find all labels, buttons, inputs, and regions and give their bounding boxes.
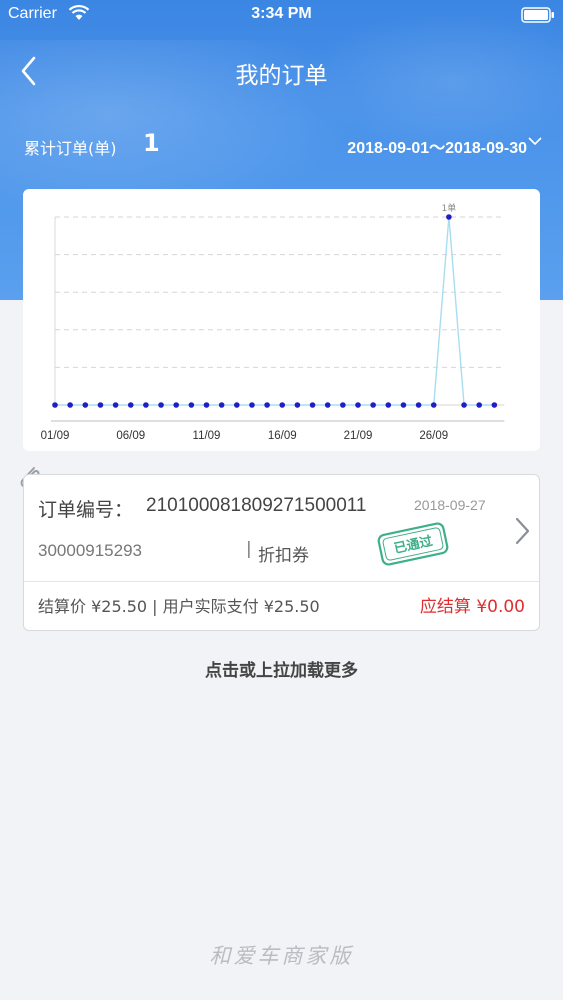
card-divider — [24, 581, 539, 582]
chart-data-point — [127, 402, 134, 408]
orders-line-chart: 1单 01/09 06/09 11/09 16/09 21/09 26/09 — [41, 202, 505, 442]
page-title: 我的订单 — [235, 63, 328, 89]
chart-data-point — [249, 402, 255, 408]
battery-icon — [521, 7, 554, 23]
order-type: 折扣券 — [258, 546, 309, 566]
settle-info: 结算价 ¥25.50 | 用户实际支付 ¥25.50 — [38, 597, 320, 616]
chart-data-point — [82, 402, 89, 408]
chart-data-point — [112, 402, 119, 408]
orders-chart-card: 1单 01/09 06/09 11/09 16/09 21/09 26/09 — [23, 189, 540, 451]
order-phone: 30000915293 — [38, 541, 143, 560]
chart-data-point — [97, 402, 104, 408]
chart-data-point — [234, 402, 240, 408]
chart-data-point — [67, 402, 73, 408]
chart-data-point — [143, 402, 149, 408]
chart-data-point — [52, 402, 58, 408]
chart-data-point — [370, 402, 376, 408]
order-number: 210100081809271500011 — [146, 495, 367, 516]
footer-brand: 和爱车商家版 — [209, 944, 354, 968]
chart-series-line — [55, 216, 495, 406]
chart-data-point — [173, 402, 179, 408]
chart-data-point — [218, 402, 225, 408]
chart-data-point — [400, 402, 407, 408]
order-number-label: 订单编号： — [38, 499, 134, 521]
chart-data-point — [491, 402, 498, 408]
chart-data-point — [430, 402, 437, 408]
order-summary: 累计订单(单) 1 2018-09-01～2018-09-30 — [0, 128, 563, 160]
chevron-down-icon[interactable] — [527, 135, 543, 147]
chart-x-tick-label: 11/09 — [193, 430, 221, 442]
order-date: 2018-09-27 — [414, 497, 486, 513]
status-time: 3:34 PM — [251, 5, 312, 22]
chart-data-point — [415, 402, 422, 408]
chevron-right-icon[interactable] — [511, 515, 533, 547]
chart-annotation: 1单 — [442, 202, 457, 214]
chart-data-point — [461, 402, 467, 408]
chart-data-point — [355, 402, 361, 408]
chart-data-point — [158, 402, 164, 408]
status-bar: Carrier 3:34 PM — [0, 0, 563, 30]
chart-data-point — [309, 402, 316, 408]
nav-bar: 我的订单 — [0, 48, 563, 94]
chart-x-tick-label: 06/09 — [116, 430, 145, 442]
chart-data-point — [203, 402, 210, 408]
chart-x-tick-label: 01/09 — [41, 430, 70, 442]
date-range-selector[interactable]: 2018-09-01～2018-09-30 — [347, 134, 527, 158]
chart-data-point — [476, 402, 483, 408]
total-orders-label: 累计订单(单) — [24, 139, 117, 158]
total-orders-count: 1 — [143, 129, 160, 157]
chart-data-point — [324, 402, 331, 408]
stamp-text: 已通过 — [392, 533, 433, 557]
approved-stamp: 已通过 — [377, 522, 449, 566]
chart-x-tick-label: 26/09 — [419, 430, 448, 442]
chart-data-point — [340, 402, 346, 408]
order-separator: | — [246, 539, 252, 559]
chart-data-point — [279, 402, 286, 408]
chart-data-point — [446, 214, 452, 220]
chart-data-point — [188, 402, 195, 408]
load-more-button[interactable]: 点击或上拉加载更多 — [0, 656, 563, 681]
chart-x-tick-label: 16/09 — [268, 430, 297, 442]
amount-due: 应结算 ¥0.00 — [419, 597, 525, 617]
chart-data-point — [385, 402, 392, 408]
chart-x-tick-label: 21/09 — [344, 430, 373, 442]
order-card[interactable]: 订单编号： 210100081809271500011 2018-09-27 3… — [23, 474, 540, 631]
chart-data-point — [294, 402, 301, 408]
chart-data-point — [264, 402, 270, 408]
